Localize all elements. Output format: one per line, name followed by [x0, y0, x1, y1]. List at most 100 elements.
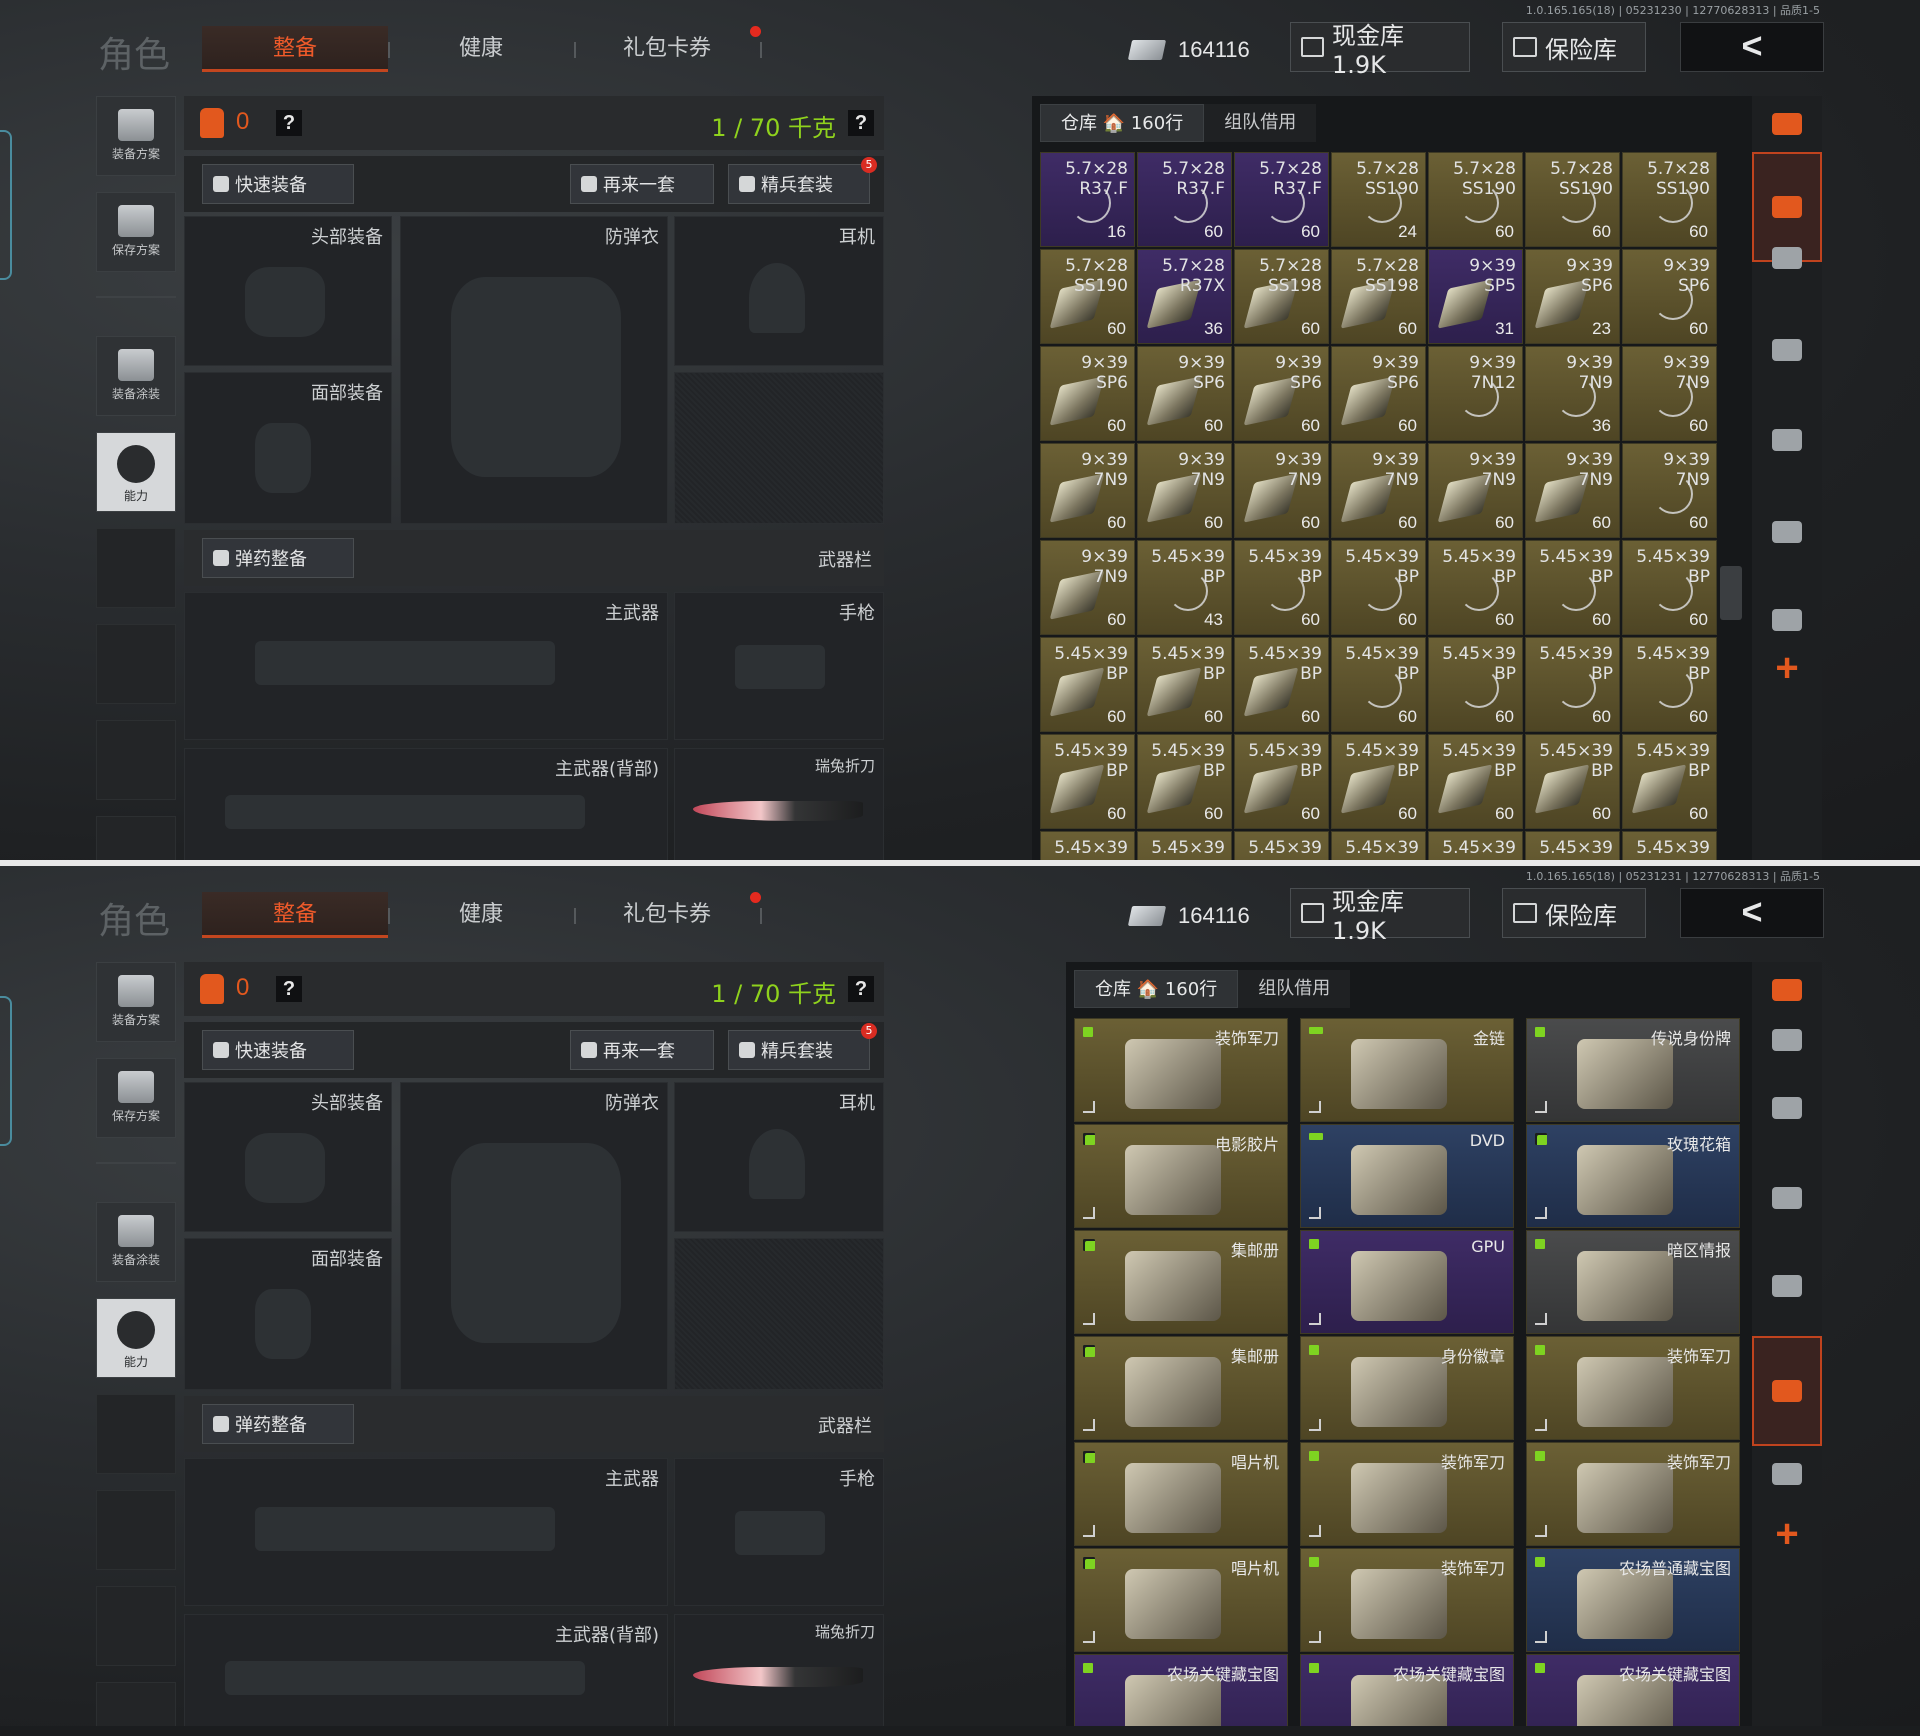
- ammo-cell[interactable]: 9×39 7N9 60: [1040, 540, 1135, 635]
- item-cell[interactable]: GPU: [1300, 1230, 1514, 1334]
- tab-warehouse[interactable]: 仓库 🏠 160行: [1040, 104, 1205, 142]
- ammo-cell[interactable]: 5.45×39 BP 43: [1137, 540, 1232, 635]
- tab-outfit[interactable]: 整备: [202, 892, 388, 938]
- item-cell[interactable]: 农场关键藏宝图: [1526, 1654, 1740, 1726]
- stack-icon[interactable]: [1762, 968, 1812, 1012]
- face-slot[interactable]: 面部装备: [184, 1238, 392, 1390]
- ammo-cell[interactable]: 5.45×39 BP 60: [1137, 734, 1232, 829]
- again-button[interactable]: 再来一套: [570, 164, 714, 204]
- safe-button[interactable]: 保险库: [1502, 22, 1646, 72]
- ammo-cell[interactable]: 9×39 SP6 60: [1040, 346, 1135, 441]
- vest-icon[interactable]: [1762, 598, 1812, 642]
- ammo-cell[interactable]: 5.45×39: [1137, 831, 1232, 860]
- ammo-cell[interactable]: 5.7×28 SS190 60: [1622, 152, 1717, 247]
- ammo-cell[interactable]: 5.7×28 SS190 60: [1040, 249, 1135, 344]
- tab-gift-vouchers[interactable]: 礼包卡券: [574, 892, 760, 938]
- home-icon[interactable]: [1762, 1018, 1812, 1062]
- ammo-cell[interactable]: 5.45×39 BP 60: [1331, 637, 1426, 732]
- ammo-cell[interactable]: 5.7×28 R37X 36: [1137, 249, 1232, 344]
- ammo-cell[interactable]: 5.7×28 SS198 60: [1331, 249, 1426, 344]
- elite-set-button[interactable]: 精兵套装 5: [728, 157, 877, 204]
- primary-weapon-slot[interactable]: 主武器: [184, 592, 668, 740]
- help-icon[interactable]: ?: [848, 110, 874, 136]
- tab-team-borrow[interactable]: 组队借用: [1238, 970, 1351, 1008]
- tab-gift-vouchers[interactable]: 礼包卡券: [574, 26, 760, 72]
- ammo-cell[interactable]: 9×39 SP6 60: [1234, 346, 1329, 441]
- item-cell[interactable]: 农场普通藏宝图: [1526, 1548, 1740, 1652]
- ammo-cell[interactable]: 5.45×39: [1525, 831, 1620, 860]
- tab-health[interactable]: 健康: [388, 892, 574, 938]
- quick-equip-button[interactable]: 快速装备: [202, 1030, 354, 1070]
- help-icon[interactable]: ?: [848, 976, 874, 1002]
- again-button[interactable]: 再来一套: [570, 1030, 714, 1070]
- ammo-cell[interactable]: 5.7×28 SS190 60: [1428, 152, 1523, 247]
- item-cell[interactable]: 集邮册: [1074, 1230, 1288, 1334]
- ammo-loadout-button[interactable]: 弹药整备: [202, 1404, 354, 1444]
- sidebar-item-ability[interactable]: 能力: [96, 1298, 176, 1378]
- ear-slot[interactable]: 耳机: [674, 1082, 884, 1232]
- knife-slot[interactable]: 瑞兔折刀: [674, 1614, 884, 1726]
- ammo-cell[interactable]: 5.7×28 R37.F 16: [1040, 152, 1135, 247]
- armor-slot[interactable]: 防弹衣: [400, 1082, 668, 1390]
- ammo-cell[interactable]: 5.45×39 BP 60: [1622, 540, 1717, 635]
- add-icon[interactable]: +: [1752, 1512, 1822, 1557]
- stack-icon[interactable]: [1762, 102, 1812, 146]
- ammo-cell[interactable]: 9×39 7N12: [1428, 346, 1523, 441]
- sidebar-item-skin[interactable]: 装备涂装: [96, 1202, 176, 1282]
- safe-button[interactable]: 保险库: [1502, 888, 1646, 938]
- ammo-cell[interactable]: 5.7×28 SS190 60: [1525, 152, 1620, 247]
- tab-warehouse[interactable]: 仓库 🏠 160行: [1074, 970, 1239, 1008]
- chevron-left-icon[interactable]: <: [1680, 22, 1824, 72]
- ammo-cell[interactable]: 5.45×39 BP 60: [1040, 734, 1135, 829]
- ammo-cell[interactable]: 5.45×39 BP 60: [1331, 540, 1426, 635]
- left-edge-panel[interactable]: [0, 996, 12, 1146]
- primary-back-slot[interactable]: 主武器(背部): [184, 748, 668, 860]
- ammo-cell[interactable]: 5.45×39 BP 60: [1234, 734, 1329, 829]
- ammo-cell[interactable]: 9×39 7N9 60: [1622, 346, 1717, 441]
- ammo-cell[interactable]: 5.45×39 BP 60: [1234, 540, 1329, 635]
- ammo-cell[interactable]: 9×39 SP6 23: [1525, 249, 1620, 344]
- ammo-cell[interactable]: 5.45×39 BP 60: [1234, 637, 1329, 732]
- backpack-slot[interactable]: [674, 372, 884, 524]
- ammo-cell[interactable]: 5.45×39: [1234, 831, 1329, 860]
- safe-icon[interactable]: [1762, 1086, 1812, 1130]
- item-cell[interactable]: 玫瑰花箱: [1526, 1124, 1740, 1228]
- sidebar-item-skin[interactable]: 装备涂装: [96, 336, 176, 416]
- ammo-cell[interactable]: 5.45×39: [1040, 831, 1135, 860]
- ammo-cell[interactable]: 5.7×28 SS198 60: [1234, 249, 1329, 344]
- pistol-slot[interactable]: 手枪: [674, 592, 884, 740]
- cash-vault-button[interactable]: 现金库 1.9K: [1290, 22, 1470, 79]
- ammo-cell[interactable]: 9×39 SP6 60: [1331, 346, 1426, 441]
- left-edge-panel[interactable]: [0, 130, 12, 280]
- warehouse-icon[interactable]: [1752, 1336, 1822, 1446]
- ammo-cell[interactable]: 5.45×39 BP 60: [1040, 637, 1135, 732]
- tab-team-borrow[interactable]: 组队借用: [1204, 104, 1317, 142]
- sidebar-item-save-plan[interactable]: 保存方案: [96, 192, 176, 272]
- help-icon[interactable]: ?: [276, 976, 302, 1002]
- ammo-cell[interactable]: 5.45×39 BP 60: [1428, 540, 1523, 635]
- ammo-cell[interactable]: 5.45×39: [1331, 831, 1426, 860]
- bullet-icon[interactable]: [1762, 510, 1812, 554]
- item-cell[interactable]: 传说身份牌: [1526, 1018, 1740, 1122]
- ammo-cell[interactable]: 9×39 7N9 60: [1137, 443, 1232, 538]
- ammo-cell[interactable]: 9×39 SP6 60: [1137, 346, 1232, 441]
- ammo-cell[interactable]: 5.45×39 BP 60: [1622, 637, 1717, 732]
- ammo-cell[interactable]: 5.45×39: [1622, 831, 1717, 860]
- elite-set-button[interactable]: 精兵套装 5: [728, 1023, 877, 1070]
- quick-equip-button[interactable]: 快速装备: [202, 164, 354, 204]
- knife-slot[interactable]: 瑞兔折刀: [674, 748, 884, 860]
- tab-health[interactable]: 健康: [388, 26, 574, 72]
- tab-outfit[interactable]: 整备: [202, 26, 388, 72]
- ammo-cell[interactable]: 9×39 7N9 36: [1525, 346, 1620, 441]
- ammo-cell[interactable]: 5.45×39 BP 60: [1137, 637, 1232, 732]
- item-cell[interactable]: 农场关键藏宝图: [1300, 1654, 1514, 1726]
- cash-vault-button[interactable]: 现金库 1.9K: [1290, 888, 1470, 945]
- chevron-left-icon[interactable]: <: [1680, 888, 1824, 938]
- sidebar-item-ability[interactable]: 能力: [96, 432, 176, 512]
- ammo-cell[interactable]: 5.7×28 R37.F 60: [1234, 152, 1329, 247]
- sidebar-item-loadout-plan[interactable]: 装备方案: [96, 962, 176, 1042]
- ammo-cell[interactable]: 5.45×39 BP 60: [1428, 734, 1523, 829]
- item-cell[interactable]: 装饰军刀: [1300, 1548, 1514, 1652]
- ammo-cell[interactable]: 5.7×28 R37.F 60: [1137, 152, 1232, 247]
- face-slot[interactable]: 面部装备: [184, 372, 392, 524]
